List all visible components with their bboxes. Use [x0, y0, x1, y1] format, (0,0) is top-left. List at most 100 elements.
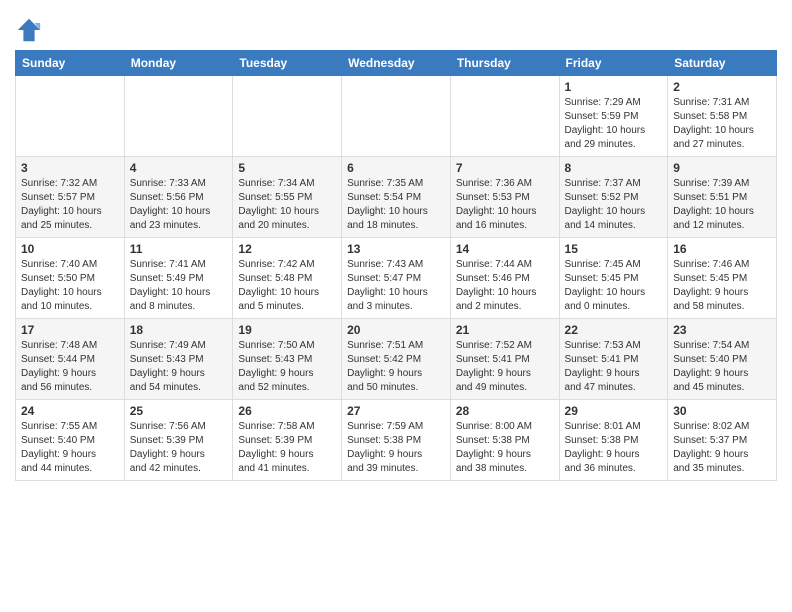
day-number: 6: [347, 161, 445, 175]
calendar-cell: 20Sunrise: 7:51 AM Sunset: 5:42 PM Dayli…: [342, 319, 451, 400]
calendar-cell: [16, 76, 125, 157]
day-info: Sunrise: 7:37 AM Sunset: 5:52 PM Dayligh…: [565, 177, 663, 233]
day-number: 16: [673, 242, 771, 256]
day-number: 5: [238, 161, 336, 175]
day-number: 21: [456, 323, 554, 337]
day-info: Sunrise: 8:02 AM Sunset: 5:37 PM Dayligh…: [673, 420, 771, 476]
weekday-header-saturday: Saturday: [668, 51, 777, 76]
day-info: Sunrise: 7:54 AM Sunset: 5:40 PM Dayligh…: [673, 339, 771, 395]
weekday-header-friday: Friday: [559, 51, 668, 76]
calendar-cell: 6Sunrise: 7:35 AM Sunset: 5:54 PM Daylig…: [342, 157, 451, 238]
calendar-cell: 27Sunrise: 7:59 AM Sunset: 5:38 PM Dayli…: [342, 400, 451, 481]
calendar-cell: 1 Sunrise: 7:29 AM Sunset: 5:59 PM Daylig…: [559, 76, 668, 157]
day-number: 1: [565, 80, 663, 94]
calendar-cell: 21 Sunrise: 7:52 AM Sunset: 5:41 PM Dayli…: [450, 319, 559, 400]
day-info: Sunrise: 7:39 AM Sunset: 5:51 PM Dayligh…: [673, 177, 771, 233]
day-info: Sunrise: 7:44 AM Sunset: 5:46 PM Dayligh…: [456, 258, 554, 314]
day-info: Sunrise: 7:53 AM Sunset: 5:41 PM Dayligh…: [565, 339, 663, 395]
calendar-cell: 7 Sunrise: 7:36 AM Sunset: 5:53 PM Daylig…: [450, 157, 559, 238]
calendar-cell: [233, 76, 342, 157]
day-number: 29: [565, 404, 663, 418]
calendar: SundayMondayTuesdayWednesdayThursdayFrid…: [15, 50, 777, 481]
calendar-cell: 30Sunrise: 8:02 AM Sunset: 5:37 PM Dayli…: [668, 400, 777, 481]
calendar-cell: 2 Sunrise: 7:31 AM Sunset: 5:58 PM Daylig…: [668, 76, 777, 157]
day-info: Sunrise: 7:49 AM Sunset: 5:43 PM Dayligh…: [130, 339, 228, 395]
logo-icon: [15, 16, 43, 44]
calendar-cell: 5 Sunrise: 7:34 AM Sunset: 5:55 PM Daylig…: [233, 157, 342, 238]
calendar-cell: [342, 76, 451, 157]
calendar-cell: 25 Sunrise: 7:56 AM Sunset: 5:39 PM Dayli…: [124, 400, 233, 481]
day-info: Sunrise: 7:46 AM Sunset: 5:45 PM Dayligh…: [673, 258, 771, 314]
day-info: Sunrise: 8:01 AM Sunset: 5:38 PM Dayligh…: [565, 420, 663, 476]
day-number: 10: [21, 242, 119, 256]
day-info: Sunrise: 7:58 AM Sunset: 5:39 PM Dayligh…: [238, 420, 336, 476]
day-info: Sunrise: 7:33 AM Sunset: 5:56 PM Dayligh…: [130, 177, 228, 233]
calendar-cell: 13 Sunrise: 7:43 AM Sunset: 5:47 PM Dayli…: [342, 238, 451, 319]
day-info: Sunrise: 7:56 AM Sunset: 5:39 PM Dayligh…: [130, 420, 228, 476]
day-number: 14: [456, 242, 554, 256]
calendar-cell: 4 Sunrise: 7:33 AM Sunset: 5:56 PM Daylig…: [124, 157, 233, 238]
week-row-5: 24 Sunrise: 7:55 AM Sunset: 5:40 PM Dayli…: [16, 400, 777, 481]
calendar-cell: 26 Sunrise: 7:58 AM Sunset: 5:39 PM Dayli…: [233, 400, 342, 481]
header: [15, 10, 777, 44]
day-info: Sunrise: 7:42 AM Sunset: 5:48 PM Dayligh…: [238, 258, 336, 314]
calendar-cell: 3 Sunrise: 7:32 AM Sunset: 5:57 PM Daylig…: [16, 157, 125, 238]
calendar-cell: 28 Sunrise: 8:00 AM Sunset: 5:38 PM Dayli…: [450, 400, 559, 481]
calendar-cell: 22 Sunrise: 7:53 AM Sunset: 5:41 PM Dayli…: [559, 319, 668, 400]
day-info: Sunrise: 7:41 AM Sunset: 5:49 PM Dayligh…: [130, 258, 228, 314]
day-info: Sunrise: 7:52 AM Sunset: 5:41 PM Dayligh…: [456, 339, 554, 395]
logo: [15, 16, 45, 44]
day-info: Sunrise: 7:45 AM Sunset: 5:45 PM Dayligh…: [565, 258, 663, 314]
calendar-cell: 9 Sunrise: 7:39 AM Sunset: 5:51 PM Daylig…: [668, 157, 777, 238]
weekday-header-monday: Monday: [124, 51, 233, 76]
day-number: 28: [456, 404, 554, 418]
day-number: 2: [673, 80, 771, 94]
day-info: Sunrise: 7:40 AM Sunset: 5:50 PM Dayligh…: [21, 258, 119, 314]
day-number: 26: [238, 404, 336, 418]
calendar-cell: 23 Sunrise: 7:54 AM Sunset: 5:40 PM Dayli…: [668, 319, 777, 400]
calendar-cell: 17Sunrise: 7:48 AM Sunset: 5:44 PM Dayli…: [16, 319, 125, 400]
weekday-header-wednesday: Wednesday: [342, 51, 451, 76]
day-info: Sunrise: 8:00 AM Sunset: 5:38 PM Dayligh…: [456, 420, 554, 476]
day-info: Sunrise: 7:31 AM Sunset: 5:58 PM Dayligh…: [673, 96, 771, 152]
day-number: 19: [238, 323, 336, 337]
day-info: Sunrise: 7:34 AM Sunset: 5:55 PM Dayligh…: [238, 177, 336, 233]
day-number: 3: [21, 161, 119, 175]
weekday-header-tuesday: Tuesday: [233, 51, 342, 76]
day-number: 11: [130, 242, 228, 256]
page: SundayMondayTuesdayWednesdayThursdayFrid…: [0, 0, 792, 496]
day-info: Sunrise: 7:36 AM Sunset: 5:53 PM Dayligh…: [456, 177, 554, 233]
day-number: 12: [238, 242, 336, 256]
day-info: Sunrise: 7:50 AM Sunset: 5:43 PM Dayligh…: [238, 339, 336, 395]
calendar-cell: 11 Sunrise: 7:41 AM Sunset: 5:49 PM Dayli…: [124, 238, 233, 319]
calendar-cell: [124, 76, 233, 157]
calendar-cell: 24 Sunrise: 7:55 AM Sunset: 5:40 PM Dayli…: [16, 400, 125, 481]
day-number: 7: [456, 161, 554, 175]
day-info: Sunrise: 7:32 AM Sunset: 5:57 PM Dayligh…: [21, 177, 119, 233]
week-row-2: 3 Sunrise: 7:32 AM Sunset: 5:57 PM Daylig…: [16, 157, 777, 238]
day-number: 8: [565, 161, 663, 175]
day-info: Sunrise: 7:43 AM Sunset: 5:47 PM Dayligh…: [347, 258, 445, 314]
day-info: Sunrise: 7:59 AM Sunset: 5:38 PM Dayligh…: [347, 420, 445, 476]
day-number: 13: [347, 242, 445, 256]
day-number: 9: [673, 161, 771, 175]
day-info: Sunrise: 7:55 AM Sunset: 5:40 PM Dayligh…: [21, 420, 119, 476]
calendar-cell: 10 Sunrise: 7:40 AM Sunset: 5:50 PM Dayli…: [16, 238, 125, 319]
weekday-header-row: SundayMondayTuesdayWednesdayThursdayFrid…: [16, 51, 777, 76]
calendar-cell: 15Sunrise: 7:45 AM Sunset: 5:45 PM Dayli…: [559, 238, 668, 319]
week-row-4: 17Sunrise: 7:48 AM Sunset: 5:44 PM Dayli…: [16, 319, 777, 400]
day-number: 22: [565, 323, 663, 337]
calendar-cell: 8 Sunrise: 7:37 AM Sunset: 5:52 PM Daylig…: [559, 157, 668, 238]
week-row-3: 10 Sunrise: 7:40 AM Sunset: 5:50 PM Dayli…: [16, 238, 777, 319]
weekday-header-thursday: Thursday: [450, 51, 559, 76]
day-number: 23: [673, 323, 771, 337]
day-number: 24: [21, 404, 119, 418]
day-info: Sunrise: 7:48 AM Sunset: 5:44 PM Dayligh…: [21, 339, 119, 395]
day-number: 20: [347, 323, 445, 337]
day-info: Sunrise: 7:29 AM Sunset: 5:59 PM Dayligh…: [565, 96, 663, 152]
day-number: 18: [130, 323, 228, 337]
day-number: 25: [130, 404, 228, 418]
calendar-cell: 14 Sunrise: 7:44 AM Sunset: 5:46 PM Dayli…: [450, 238, 559, 319]
day-number: 4: [130, 161, 228, 175]
calendar-cell: 16 Sunrise: 7:46 AM Sunset: 5:45 PM Dayli…: [668, 238, 777, 319]
